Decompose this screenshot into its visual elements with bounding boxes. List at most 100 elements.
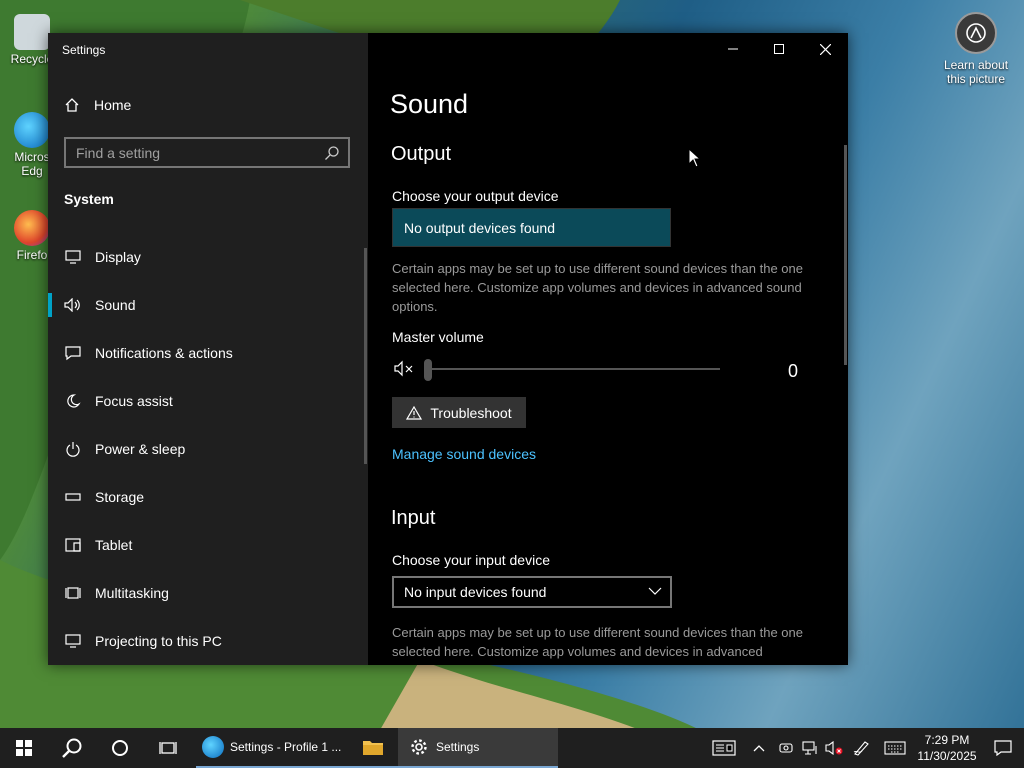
- window-controls: [710, 33, 848, 65]
- master-volume-label: Master volume: [392, 329, 484, 345]
- sidebar-nav: Display Sound Notifications & actions Fo…: [48, 233, 368, 665]
- meet-now-button[interactable]: [774, 728, 798, 768]
- output-device-label: Choose your output device: [392, 188, 559, 204]
- manage-sound-devices-link[interactable]: Manage sound devices: [392, 446, 536, 462]
- pen-icon: [853, 741, 869, 756]
- cortana-icon: [112, 740, 128, 756]
- troubleshoot-button[interactable]: Troubleshoot: [392, 397, 526, 428]
- sidebar-item-focus-assist[interactable]: Focus assist: [48, 377, 368, 425]
- chevron-up-icon: [753, 745, 765, 752]
- firefox-icon: [14, 210, 50, 246]
- close-icon: [819, 43, 831, 55]
- network-button[interactable]: [798, 728, 822, 768]
- sidebar-item-label: Multitasking: [95, 585, 169, 601]
- close-button[interactable]: [802, 33, 848, 65]
- sidebar-item-display[interactable]: Display: [48, 233, 368, 281]
- keyboard-icon: [884, 741, 906, 755]
- sidebar-item-label: Projecting to this PC: [95, 633, 222, 649]
- input-description: Certain apps may be set up to use differ…: [392, 625, 803, 659]
- main-scrollbar[interactable]: [844, 145, 847, 365]
- minimize-button[interactable]: [710, 33, 756, 65]
- learn-about-picture[interactable]: Learn about this picture: [940, 12, 1012, 86]
- start-button[interactable]: [0, 728, 48, 768]
- sidebar-item-sound[interactable]: Sound: [48, 281, 368, 329]
- sidebar-item-multitasking[interactable]: Multitasking: [48, 569, 368, 617]
- touch-keyboard-button[interactable]: [878, 728, 912, 768]
- desktop-icon-label: Recycle: [10, 52, 54, 66]
- display-icon: [64, 248, 82, 266]
- volume-slider-track[interactable]: [426, 368, 720, 370]
- sidebar: Settings Home System Display Sound Notif…: [48, 33, 368, 665]
- sidebar-item-storage[interactable]: Storage: [48, 473, 368, 521]
- input-device-dropdown[interactable]: No input devices found: [392, 576, 672, 608]
- volume-button[interactable]: [822, 728, 846, 768]
- settings-window: Settings Home System Display Sound Notif…: [48, 33, 848, 665]
- sidebar-item-label: Notifications & actions: [95, 345, 233, 361]
- clock[interactable]: 7:29 PM 11/30/2025: [912, 732, 982, 764]
- maximize-icon: [774, 44, 784, 54]
- input-heading: Input: [391, 507, 436, 529]
- learn-about-label: Learn about this picture: [943, 58, 1009, 86]
- power-icon: [64, 440, 82, 458]
- camera-icon: [779, 743, 793, 753]
- maximize-button[interactable]: [756, 33, 802, 65]
- notification-icon: [994, 740, 1012, 756]
- desktop-icon-label: Micros Edg: [14, 150, 50, 178]
- sidebar-item-label: Storage: [95, 489, 145, 505]
- search-button[interactable]: [48, 728, 96, 768]
- output-heading: Output: [391, 143, 452, 165]
- sidebar-item-notifications[interactable]: Notifications & actions: [48, 329, 368, 377]
- sidebar-item-label: Display: [95, 249, 141, 265]
- projecting-icon: [64, 632, 82, 650]
- sidebar-item-tablet[interactable]: Tablet: [48, 521, 368, 569]
- sidebar-item-power-sleep[interactable]: Power & sleep: [48, 425, 368, 473]
- news-widget-button[interactable]: [704, 728, 744, 768]
- system-tray: 7:29 PM 11/30/2025: [704, 728, 1024, 768]
- sidebar-item-home[interactable]: Home: [64, 97, 131, 113]
- output-device-dropdown[interactable]: No output devices found: [392, 208, 671, 247]
- clock-time: 7:29 PM: [924, 733, 970, 747]
- task-view-button[interactable]: [144, 728, 192, 768]
- notification-center-button[interactable]: [982, 728, 1024, 768]
- edge-icon: [202, 736, 224, 758]
- input-device-label: Choose your input device: [392, 552, 550, 568]
- show-hidden-icons-button[interactable]: [744, 728, 774, 768]
- window-title: Settings: [62, 43, 106, 57]
- recycle-bin-icon: [14, 14, 50, 50]
- input-device-value: No input devices found: [404, 584, 547, 600]
- desktop-icon-label: Firefo: [16, 248, 48, 262]
- cortana-button[interactable]: [96, 728, 144, 768]
- warning-icon: [406, 405, 423, 420]
- main-content: Sound Output Choose your output device N…: [368, 33, 848, 665]
- chevron-down-icon: [648, 587, 662, 595]
- sidebar-item-label: Sound: [95, 297, 136, 313]
- taskbar-app-file-explorer[interactable]: [348, 728, 398, 768]
- page-title: Sound: [390, 89, 469, 119]
- sidebar-item-projecting[interactable]: Projecting to this PC: [48, 617, 368, 665]
- troubleshoot-label: Troubleshoot: [430, 404, 512, 421]
- file-explorer-icon: [363, 741, 383, 755]
- master-volume-row: 0: [394, 357, 814, 381]
- section-heading-system: System: [64, 191, 114, 207]
- taskbar-app-settings[interactable]: Settings: [398, 728, 558, 768]
- mute-icon[interactable]: [394, 360, 416, 378]
- pen-workspace-button[interactable]: [846, 728, 878, 768]
- volume-muted-icon: [825, 741, 843, 755]
- taskbar-app-label: Settings: [436, 740, 480, 754]
- output-description: Certain apps may be set up to use differ…: [392, 261, 803, 314]
- search-icon: [62, 738, 82, 758]
- multitasking-icon: [64, 584, 82, 602]
- speaker-icon: [64, 296, 82, 314]
- network-icon: [802, 741, 817, 755]
- search-box[interactable]: [64, 137, 350, 168]
- taskbar-app-edge[interactable]: Settings - Profile 1 ...: [196, 728, 348, 768]
- storage-icon: [64, 488, 82, 506]
- sidebar-scrollbar[interactable]: [364, 248, 367, 464]
- search-icon[interactable]: [322, 145, 342, 161]
- task-view-icon: [159, 742, 177, 754]
- search-input[interactable]: [66, 144, 322, 161]
- windows-logo-icon: [16, 740, 32, 756]
- clock-date: 11/30/2025: [917, 749, 977, 763]
- sidebar-item-label: Focus assist: [95, 393, 173, 409]
- volume-slider-thumb[interactable]: [424, 359, 432, 381]
